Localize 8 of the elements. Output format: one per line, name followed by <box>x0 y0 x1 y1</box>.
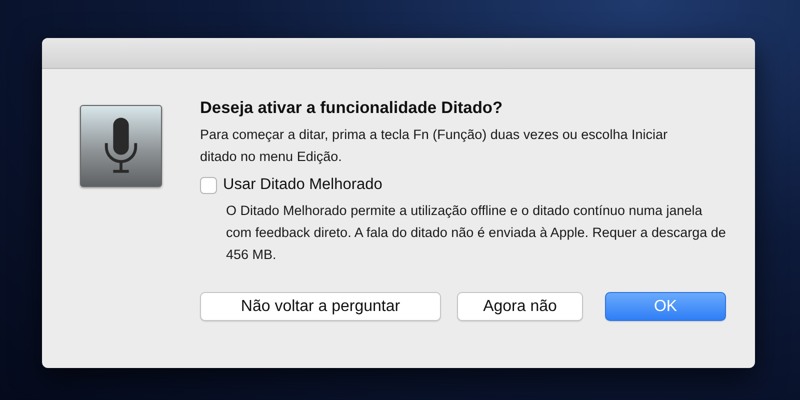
dialog-button[interactable]: Agora não <box>457 292 583 321</box>
dialog-message: Para começar a ditar, prima a tecla Fn (Função) duas vezes ou escolha Iniciar ditado no menu Edição. <box>200 126 668 166</box>
checkbox[interactable] <box>200 176 217 194</box>
dialog-button[interactable]: Não voltar a perguntar <box>200 292 441 321</box>
microphone-icon <box>80 105 162 187</box>
dialog-title: Deseja ativar a funcionalidade Ditado? <box>200 99 504 118</box>
checkbox-label[interactable]: Usar Ditado Melhorado <box>223 176 382 194</box>
description-text: O Ditado Melhorado permite a utilização offline e o ditado contínuo numa janela com feedback direto. A fala do ditado não é enviada à Apple. Requer a descarga de 456 MB. <box>226 202 726 264</box>
